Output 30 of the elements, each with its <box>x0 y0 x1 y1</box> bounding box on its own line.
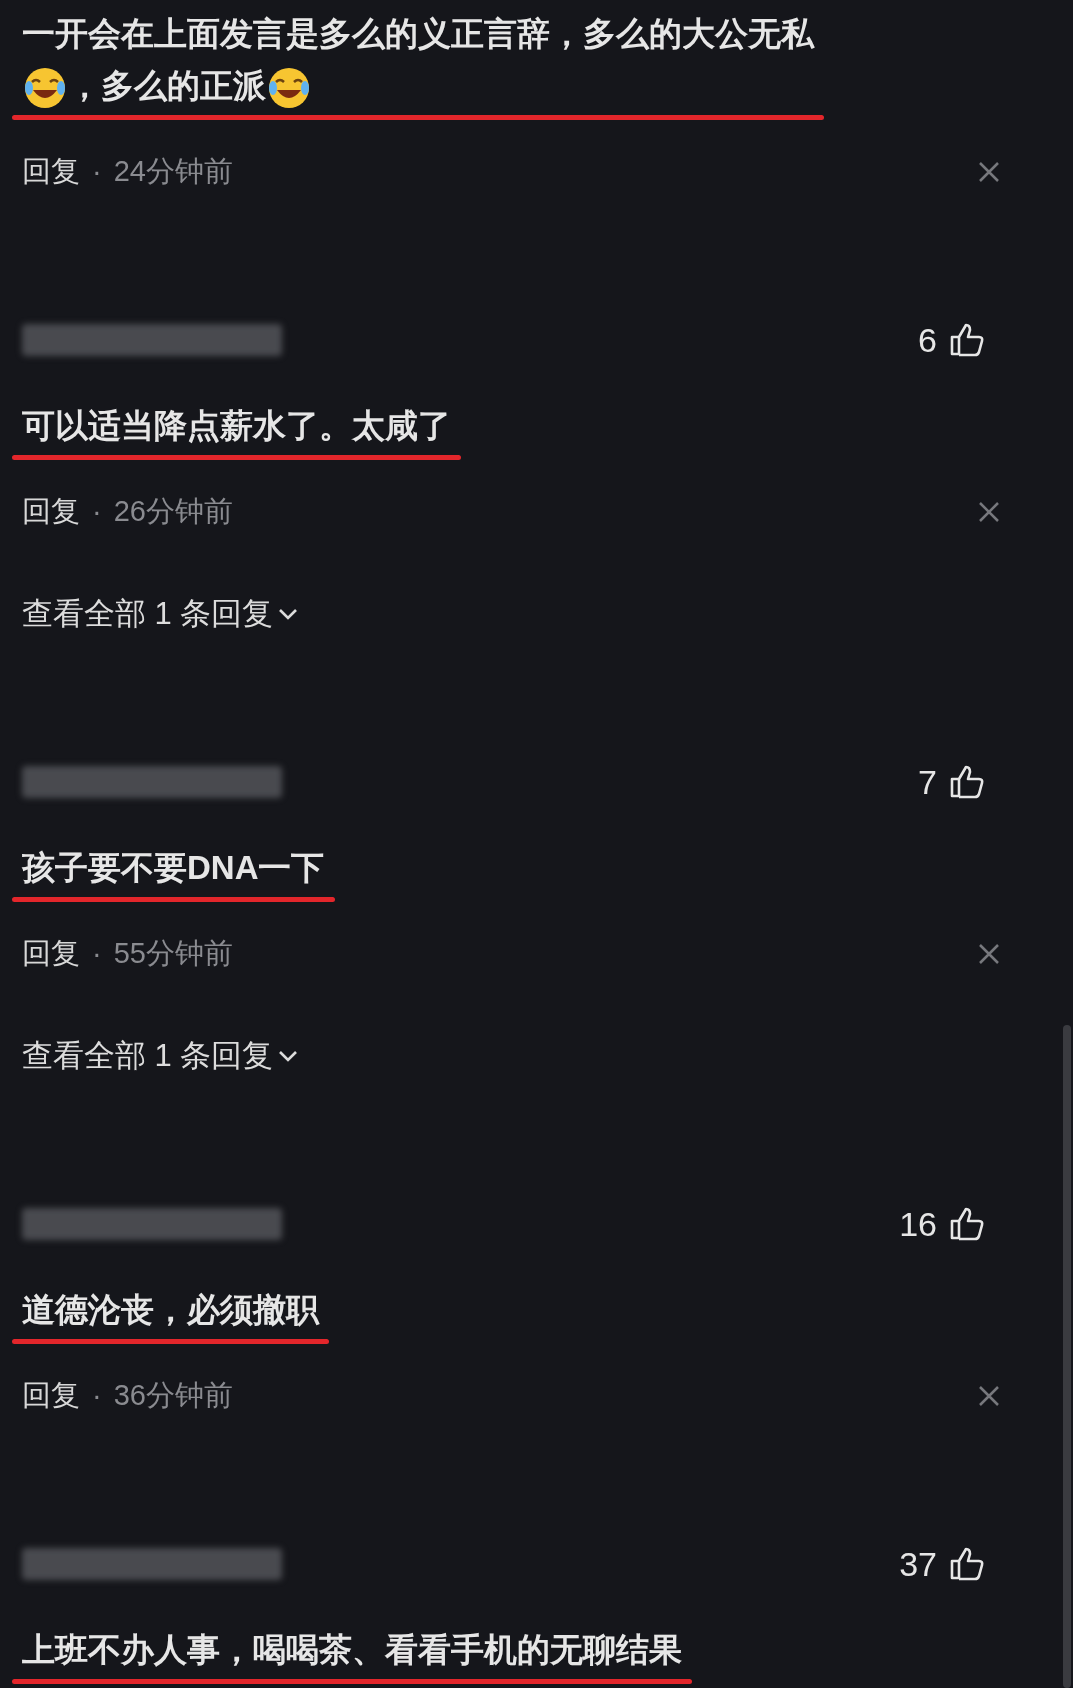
scrollbar[interactable] <box>1063 1025 1071 1688</box>
close-icon[interactable] <box>977 500 1001 524</box>
reply-link[interactable]: 回复 <box>22 150 80 194</box>
timestamp: 26分钟前 <box>113 494 233 530</box>
comment-text: 孩子要不要DNA一下 <box>22 848 325 888</box>
close-icon[interactable] <box>977 1384 1001 1408</box>
timestamp: 24分钟前 <box>113 154 233 190</box>
separator-dot: · <box>92 154 102 190</box>
close-icon[interactable] <box>977 160 1001 184</box>
view-replies-link[interactable]: 查看全部 1 条回复 <box>22 594 300 634</box>
reply-link[interactable]: 回复 <box>22 1374 80 1418</box>
like-count: 7 <box>918 762 937 802</box>
separator-dot: · <box>92 1378 102 1414</box>
comment-text: 一开会在上面发言是多么的义正言辞，多么的大公无私 ，多么的正派 <box>22 8 814 112</box>
separator-dot: · <box>92 494 102 530</box>
close-icon[interactable] <box>977 942 1001 966</box>
laughing-emoji-icon <box>23 66 67 111</box>
timestamp: 55分钟前 <box>113 936 233 972</box>
laughing-emoji-icon <box>267 66 311 111</box>
comment-text: 可以适当降点薪水了。太咸了 <box>22 406 451 446</box>
timestamp: 36分钟前 <box>113 1378 233 1414</box>
comment-text: 道德沦丧，必须撤职 <box>22 1290 319 1330</box>
separator-dot: · <box>92 936 102 972</box>
like-count: 6 <box>918 320 937 360</box>
view-replies-link[interactable]: 查看全部 1 条回复 <box>22 1036 300 1076</box>
reply-link[interactable]: 回复 <box>22 932 80 976</box>
like-count: 37 <box>899 1544 937 1584</box>
like-count: 16 <box>899 1204 937 1244</box>
comment-text: 上班不办人事，喝喝茶、看看手机的无聊结果 <box>22 1630 682 1670</box>
reply-link[interactable]: 回复 <box>22 490 80 534</box>
